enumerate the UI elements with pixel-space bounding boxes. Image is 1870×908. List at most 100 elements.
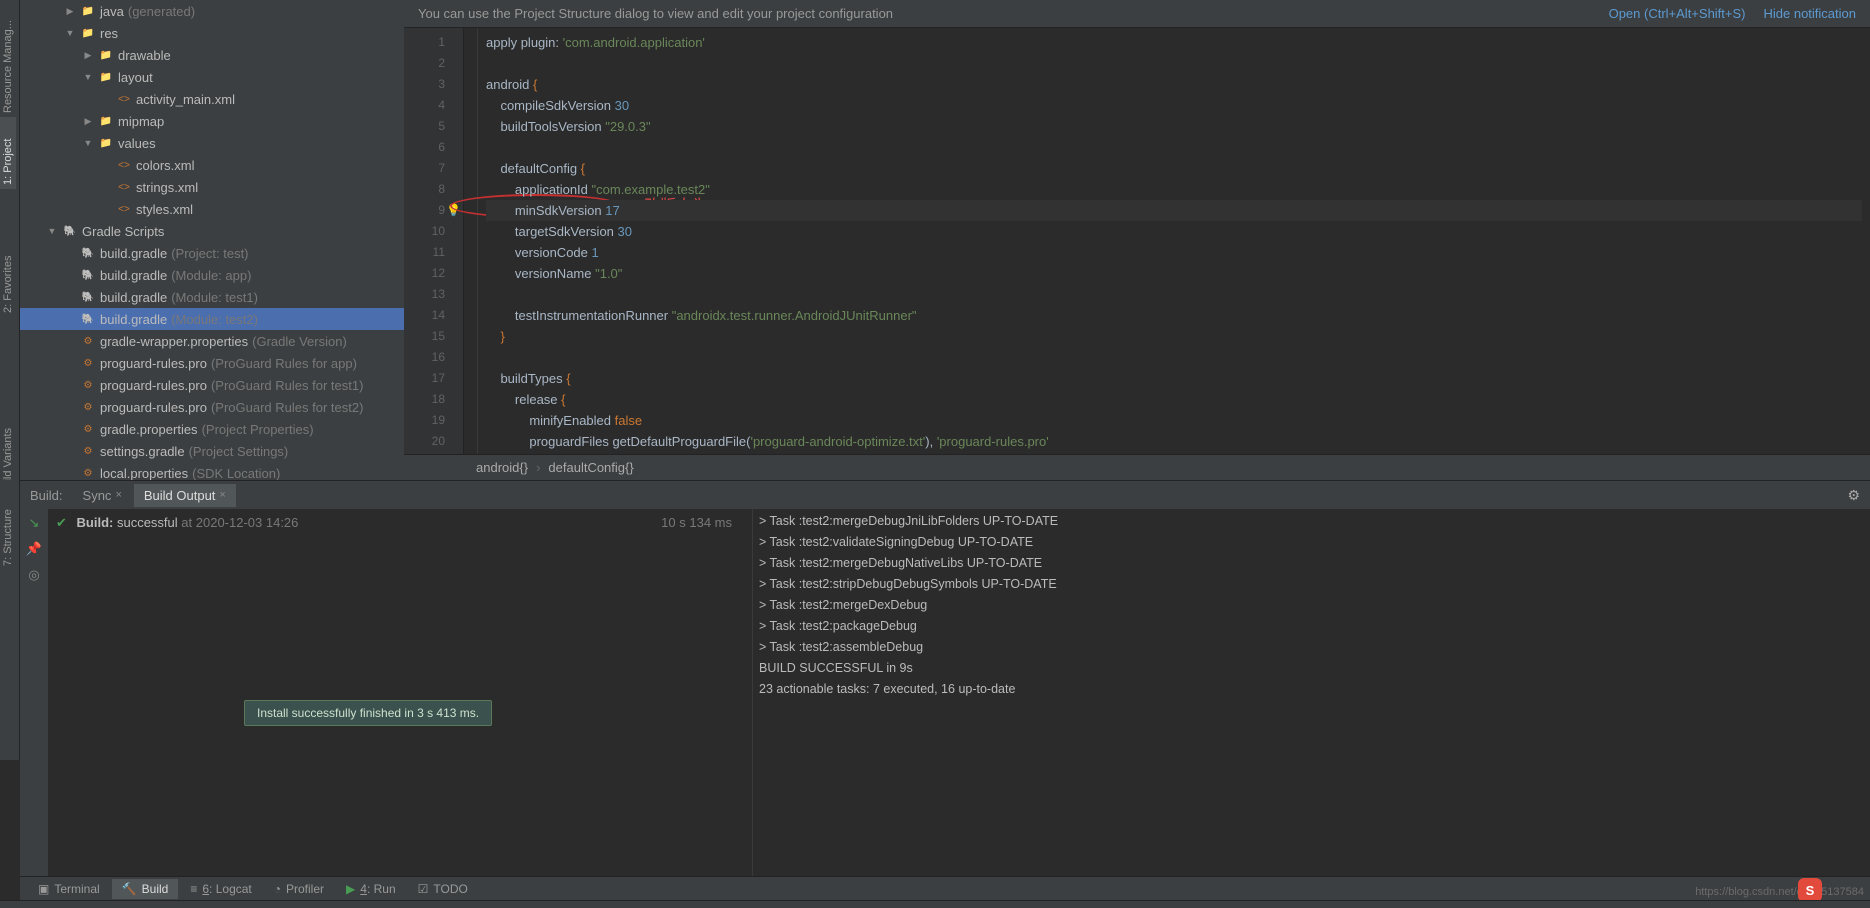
- tree-item-build-gradle[interactable]: 🐘build.gradle(Module: test2): [20, 308, 404, 330]
- bottom-toolbar: ▣Terminal 🔨Build ≡6: Logcat ◔Profiler ▶4…: [20, 876, 1870, 900]
- tree-item-res[interactable]: ▼📁res: [20, 22, 404, 44]
- output-line: > Task :test2:validateSigningDebug UP-TO…: [759, 532, 1864, 553]
- tree-label: gradle.properties: [100, 422, 198, 437]
- btn-todo[interactable]: ☑TODO: [408, 879, 478, 899]
- code-editor[interactable]: 123456789💡1011121314151617181920 改版本为17 …: [404, 28, 1870, 454]
- btn-profiler[interactable]: ◔Profiler: [264, 879, 334, 899]
- code-line[interactable]: }: [486, 326, 1862, 347]
- code-line[interactable]: applicationId "com.example.test2": [486, 179, 1862, 200]
- tree-item-proguard-rules-pro[interactable]: ⚙proguard-rules.pro(ProGuard Rules for t…: [20, 374, 404, 396]
- rerun-icon[interactable]: ↘: [29, 515, 40, 531]
- tree-arrow-icon[interactable]: ▶: [64, 6, 76, 17]
- code-line[interactable]: android {: [486, 74, 1862, 95]
- tree-hint: (Project Settings): [189, 444, 289, 459]
- code-line[interactable]: [486, 137, 1862, 158]
- code-line[interactable]: targetSdkVersion 30: [486, 221, 1862, 242]
- strip-favorites[interactable]: 2: Favorites: [0, 237, 16, 317]
- code-line[interactable]: minifyEnabled false: [486, 410, 1862, 431]
- tree-label: local.properties: [100, 466, 188, 481]
- strip-structure[interactable]: 7: Structure: [0, 490, 16, 570]
- breadcrumb-b[interactable]: defaultConfig{}: [548, 460, 633, 475]
- code-line[interactable]: [486, 347, 1862, 368]
- gear-icon[interactable]: ⚙: [1847, 487, 1860, 504]
- strip-resource-manager[interactable]: Resource Manag...: [0, 2, 16, 117]
- btn-build[interactable]: 🔨Build: [112, 879, 179, 899]
- tree-item-layout[interactable]: ▼📁layout: [20, 66, 404, 88]
- fold-column[interactable]: [464, 28, 478, 454]
- gradle-icon: 🐘: [80, 246, 96, 260]
- tree-item-settings-gradle[interactable]: ⚙settings.gradle(Project Settings): [20, 440, 404, 462]
- build-status-result: successful: [117, 515, 178, 530]
- code-line[interactable]: versionName "1.0": [486, 263, 1862, 284]
- close-icon[interactable]: ×: [115, 489, 121, 501]
- code-line[interactable]: [486, 284, 1862, 305]
- notice-open-link[interactable]: Open (Ctrl+Alt+Shift+S): [1609, 6, 1746, 21]
- strip-project[interactable]: 1: Project: [0, 117, 16, 189]
- tree-item-values[interactable]: ▼📁values: [20, 132, 404, 154]
- breadcrumb[interactable]: android{} › defaultConfig{}: [404, 454, 1870, 480]
- project-tree[interactable]: ▶📁java(generated)▼📁res▶📁drawable▼📁layout…: [20, 0, 404, 480]
- output-line: > Task :test2:mergeDebugNativeLibs UP-TO…: [759, 553, 1864, 574]
- btn-terminal[interactable]: ▣Terminal: [28, 879, 110, 899]
- tree-label: gradle-wrapper.properties: [100, 334, 248, 349]
- tree-label: build.gradle: [100, 268, 167, 283]
- build-tabs: Build: Sync× Build Output× ⚙: [20, 481, 1870, 509]
- tab-sync[interactable]: Sync×: [73, 484, 132, 507]
- build-output[interactable]: > Task :test2:mergeDebugJniLibFolders UP…: [752, 509, 1870, 880]
- output-line: 23 actionable tasks: 7 executed, 16 up-t…: [759, 679, 1864, 700]
- code-line[interactable]: proguardFiles getDefaultProguardFile('pr…: [486, 431, 1862, 452]
- tree-arrow-icon[interactable]: ▼: [82, 138, 94, 148]
- btn-run[interactable]: ▶4: Run: [336, 879, 406, 899]
- tree-item-activity-main-xml[interactable]: <>activity_main.xml: [20, 88, 404, 110]
- tree-arrow-icon[interactable]: ▶: [82, 50, 94, 61]
- tree-item-gradle-properties[interactable]: ⚙gradle.properties(Project Properties): [20, 418, 404, 440]
- tree-item-gradle-wrapper-properties[interactable]: ⚙gradle-wrapper.properties(Gradle Versio…: [20, 330, 404, 352]
- tree-item-styles-xml[interactable]: <>styles.xml: [20, 198, 404, 220]
- tree-item-drawable[interactable]: ▶📁drawable: [20, 44, 404, 66]
- tree-label: proguard-rules.pro: [100, 378, 207, 393]
- app-badge[interactable]: S: [1798, 878, 1822, 902]
- hammer-icon: 🔨: [122, 882, 137, 896]
- folder-icon: 📁: [98, 136, 114, 150]
- btn-logcat[interactable]: ≡6: Logcat: [180, 879, 261, 899]
- code-line[interactable]: release {: [486, 389, 1862, 410]
- code-line[interactable]: buildTypes {: [486, 368, 1862, 389]
- code-line[interactable]: buildToolsVersion "29.0.3": [486, 116, 1862, 137]
- code-line[interactable]: [486, 53, 1862, 74]
- tree-label: res: [100, 26, 118, 41]
- tree-item-local-properties[interactable]: ⚙local.properties(SDK Location): [20, 462, 404, 480]
- code-body[interactable]: 改版本为17 apply plugin: 'com.android.applic…: [478, 28, 1870, 454]
- tab-build-output[interactable]: Build Output×: [134, 484, 236, 507]
- tree-item-build-gradle[interactable]: 🐘build.gradle(Module: test1): [20, 286, 404, 308]
- tree-arrow-icon[interactable]: ▼: [64, 28, 76, 38]
- tree-item-strings-xml[interactable]: <>strings.xml: [20, 176, 404, 198]
- build-status: ✔ Build: successful at 2020-12-03 14:26 …: [48, 509, 752, 880]
- code-line[interactable]: minSdkVersion 17: [486, 200, 1862, 221]
- tree-arrow-icon[interactable]: ▶: [82, 116, 94, 127]
- tree-item-proguard-rules-pro[interactable]: ⚙proguard-rules.pro(ProGuard Rules for a…: [20, 352, 404, 374]
- tree-arrow-icon[interactable]: ▼: [46, 226, 58, 236]
- code-line[interactable]: versionCode 1: [486, 242, 1862, 263]
- tree-item-proguard-rules-pro[interactable]: ⚙proguard-rules.pro(ProGuard Rules for t…: [20, 396, 404, 418]
- code-line[interactable]: defaultConfig {: [486, 158, 1862, 179]
- code-line[interactable]: apply plugin: 'com.android.application': [486, 32, 1862, 53]
- breadcrumb-a[interactable]: android{}: [476, 460, 528, 475]
- close-icon[interactable]: ×: [219, 489, 225, 501]
- tree-item-build-gradle[interactable]: 🐘build.gradle(Module: app): [20, 264, 404, 286]
- pin-icon[interactable]: 📌: [26, 541, 42, 557]
- tree-arrow-icon[interactable]: ▼: [82, 72, 94, 82]
- code-line[interactable]: testInstrumentationRunner "androidx.test…: [486, 305, 1862, 326]
- xml-icon: <>: [116, 92, 132, 106]
- tree-item-java[interactable]: ▶📁java(generated): [20, 0, 404, 22]
- tree-item-build-gradle[interactable]: 🐘build.gradle(Project: test): [20, 242, 404, 264]
- notice-hide-link[interactable]: Hide notification: [1764, 6, 1857, 21]
- bulb-icon[interactable]: 💡: [446, 200, 461, 221]
- editor-area: You can use the Project Structure dialog…: [404, 0, 1870, 480]
- tree-item-mipmap[interactable]: ▶📁mipmap: [20, 110, 404, 132]
- code-line[interactable]: compileSdkVersion 30: [486, 95, 1862, 116]
- build-status-time: at 2020-12-03 14:26: [181, 515, 298, 530]
- tree-label: mipmap: [118, 114, 164, 129]
- tree-item-colors-xml[interactable]: <>colors.xml: [20, 154, 404, 176]
- tree-item-gradle-scripts[interactable]: ▼🐘Gradle Scripts: [20, 220, 404, 242]
- target-icon[interactable]: ◎: [28, 567, 39, 583]
